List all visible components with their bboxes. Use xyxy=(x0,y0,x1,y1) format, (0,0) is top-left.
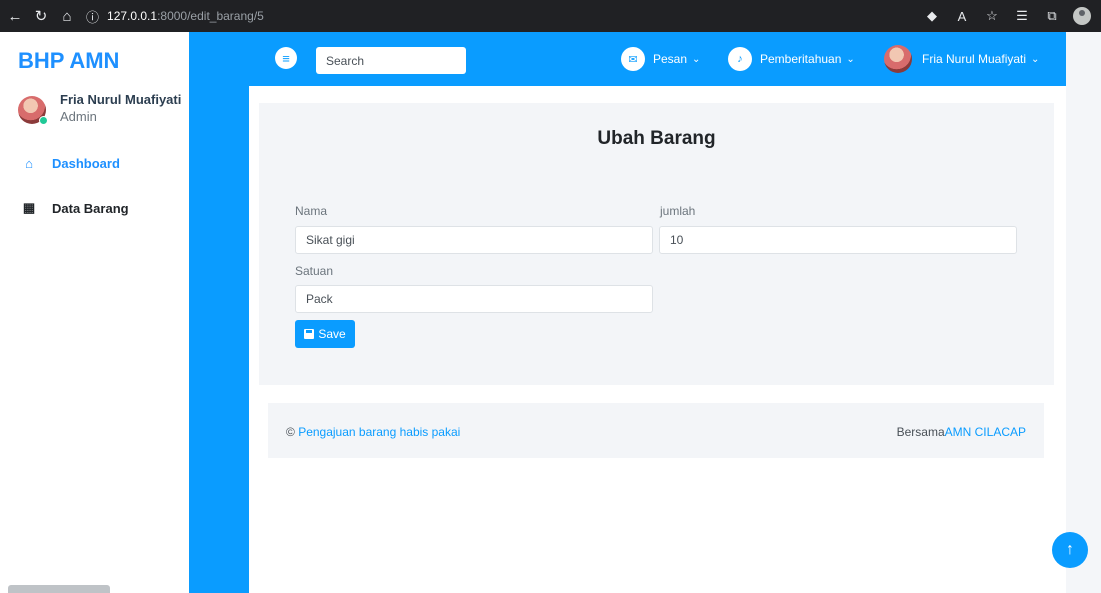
back-icon[interactable]: ← xyxy=(4,5,26,27)
search-input[interactable] xyxy=(316,47,466,74)
collections-icon[interactable]: ⧉ xyxy=(1043,8,1061,24)
envelope-icon: ✉ xyxy=(621,47,645,71)
jumlah-field[interactable]: 10 xyxy=(659,226,1017,254)
online-status-dot xyxy=(39,116,48,125)
address-bar[interactable]: ⓘ 127.0.0.1:8000/edit_barang/5 xyxy=(86,5,264,27)
chevron-down-icon: ⌄ xyxy=(1031,53,1040,65)
sidebar-item-dashboard[interactable]: ⌂ Dashboard xyxy=(22,156,120,171)
arrow-up-icon: ↑ xyxy=(1066,541,1074,558)
chevron-down-icon: ⌄ xyxy=(846,53,855,65)
chevron-down-icon: ⌄ xyxy=(692,53,701,65)
save-button-label: Save xyxy=(318,327,346,341)
notifications-dropdown[interactable]: ♪ Pemberitahuan ⌄ xyxy=(728,47,855,71)
refresh-icon[interactable]: ↻ xyxy=(30,5,52,27)
url-host: 127.0.0.1 xyxy=(107,9,158,23)
footer-right: BersamaAMN CILACAP xyxy=(897,425,1026,439)
bell-icon: ♪ xyxy=(728,47,752,71)
nama-field[interactable]: Sikat gigi xyxy=(295,226,653,254)
read-aloud-icon[interactable]: A xyxy=(953,9,971,24)
nama-label: Nama xyxy=(295,204,328,218)
user-dropdown[interactable]: Fria Nurul Muafiyati ⌄ xyxy=(884,45,1039,73)
page-title: Ubah Barang xyxy=(597,128,716,149)
user-dropdown-label: Fria Nurul Muafiyati xyxy=(922,52,1027,66)
avatar xyxy=(18,96,48,125)
sidebar-item-label: Dashboard xyxy=(52,156,120,171)
messages-dropdown[interactable]: ✉ Pesan ⌄ xyxy=(621,47,700,71)
footer-left: © Pengajuan barang habis pakai xyxy=(286,425,460,439)
floppy-disk-icon xyxy=(304,329,315,339)
jumlah-label: jumlah xyxy=(660,204,696,218)
home-icon: ⌂ xyxy=(25,156,33,171)
favorite-icon[interactable]: ☆ xyxy=(983,8,1001,24)
browser-toolbar: ← ↻ ⌂ ⓘ 127.0.0.1:8000/edit_barang/5 ◆ A… xyxy=(0,0,1101,32)
satuan-field[interactable]: Pack xyxy=(295,285,653,313)
sidebar: BHP AMN Fria Nurul Muafiyati Admin ⌂ Das… xyxy=(0,32,189,233)
footer-org-link[interactable]: AMN CILACAP xyxy=(945,425,1026,439)
footer-credit-text: Bersama xyxy=(896,425,945,439)
browser-actions: ◆ A ☆ ☰ ⧉ xyxy=(923,7,1101,25)
site-info-icon[interactable]: ⓘ xyxy=(86,7,99,26)
extension-icon[interactable]: ◆ xyxy=(923,8,941,24)
menu-toggle-icon[interactable]: ≡ xyxy=(275,47,297,69)
sidebar-item-data-barang[interactable]: ▦ Data Barang xyxy=(22,200,129,216)
save-button[interactable]: Save xyxy=(295,320,355,348)
satuan-label: Satuan xyxy=(295,264,334,278)
profile-icon[interactable] xyxy=(1073,7,1091,25)
footer: © Pengajuan barang habis pakai BersamaAM… xyxy=(268,403,1044,458)
messages-label: Pesan xyxy=(653,52,688,66)
avatar xyxy=(884,45,912,73)
sidebar-item-label: Data Barang xyxy=(52,200,129,216)
sidebar-user-name: Fria Nurul Muafiyati xyxy=(60,92,182,107)
copyright-symbol: © xyxy=(286,425,295,439)
favorites-list-icon[interactable]: ☰ xyxy=(1013,8,1031,24)
status-bar-tooltip xyxy=(8,585,110,593)
sidebar-user-role: Admin xyxy=(60,109,97,124)
scroll-to-top-button[interactable]: ↑ xyxy=(1052,532,1088,568)
brand-logo[interactable]: BHP AMN xyxy=(18,48,119,74)
sidebar-accent-column xyxy=(189,32,249,593)
home-icon[interactable]: ⌂ xyxy=(56,5,78,27)
url-path: :8000/edit_barang/5 xyxy=(157,9,264,23)
notifications-label: Pemberitahuan xyxy=(760,52,842,66)
right-margin xyxy=(1066,32,1101,593)
grid-icon: ▦ xyxy=(22,200,36,215)
sidebar-user: Fria Nurul Muafiyati Admin xyxy=(18,92,182,125)
footer-app-link[interactable]: Pengajuan barang habis pakai xyxy=(298,425,460,439)
